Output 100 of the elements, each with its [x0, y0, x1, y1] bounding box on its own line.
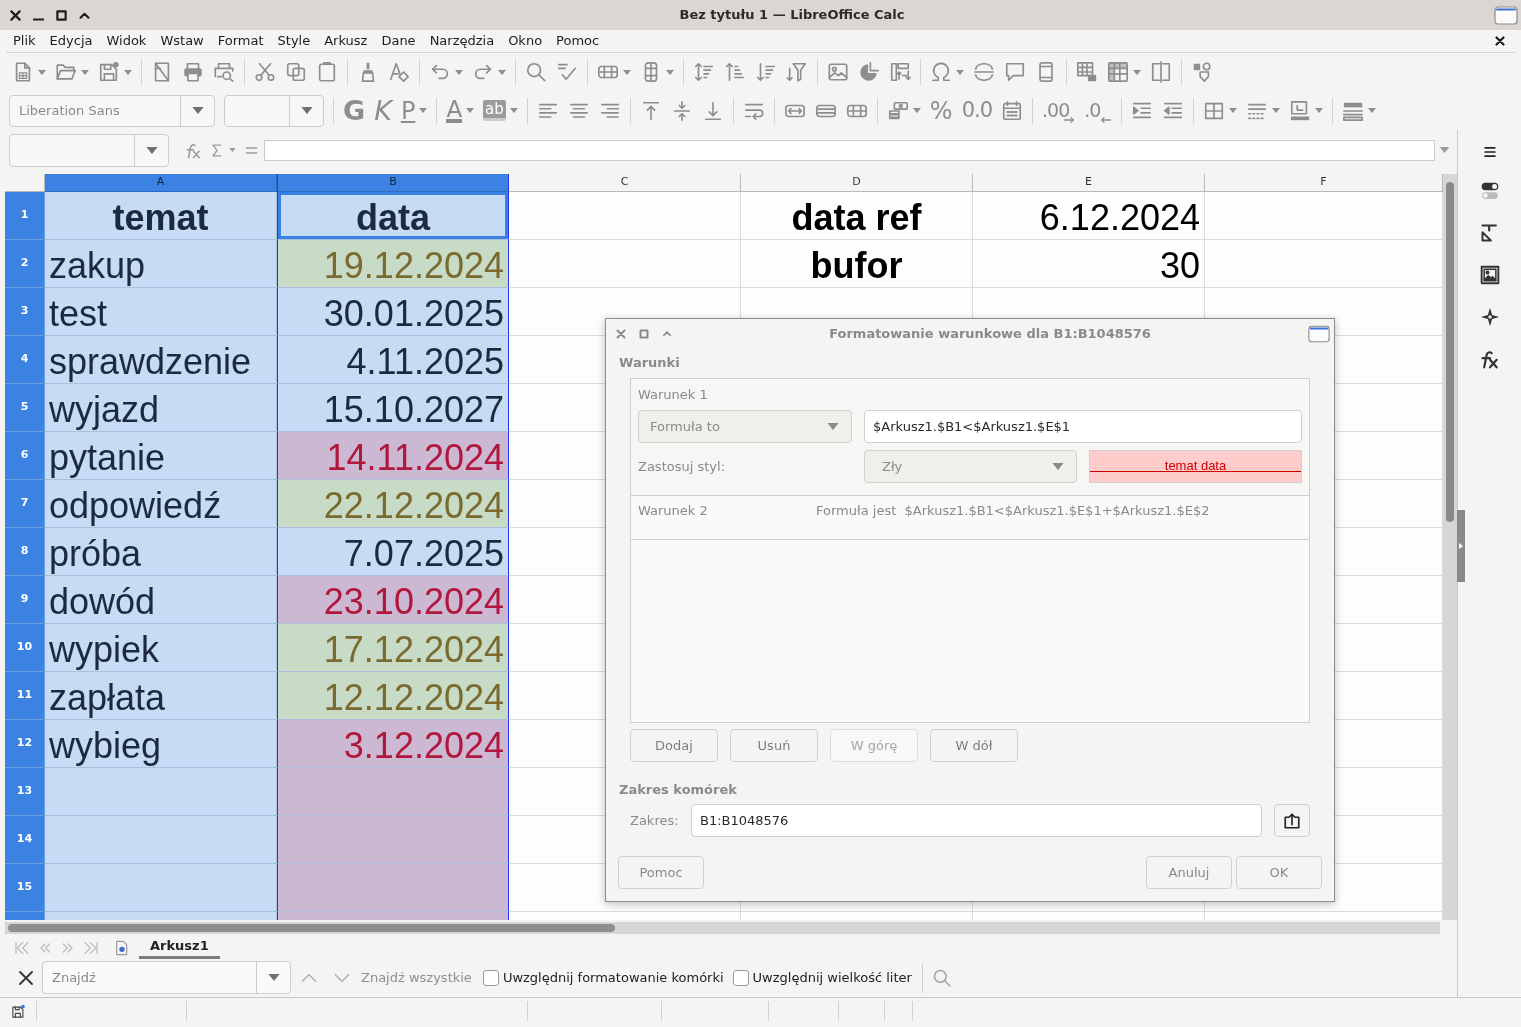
caret-icon[interactable] — [1439, 147, 1450, 153]
printer-icon[interactable] — [182, 61, 204, 83]
row-header[interactable]: 10 — [5, 624, 45, 672]
help-button[interactable]: Pomoc — [618, 856, 704, 889]
money-stack-icon[interactable] — [886, 99, 909, 122]
remove-button[interactable]: Usuń — [730, 729, 818, 762]
function-icon[interactable] — [1479, 349, 1500, 369]
caret-icon[interactable] — [466, 108, 475, 113]
column-header[interactable]: F — [1205, 174, 1443, 192]
sum-icon[interactable] — [210, 142, 223, 158]
row-header[interactable]: 6 — [5, 432, 45, 480]
caret-icon[interactable] — [509, 108, 518, 113]
grid-block-icon[interactable] — [1076, 61, 1098, 83]
delete-decimal-button[interactable]: .0 — [1084, 101, 1113, 120]
caret-icon[interactable] — [455, 69, 463, 75]
menu-item[interactable]: Arkusz — [317, 31, 375, 51]
row-header[interactable]: 7 — [5, 480, 45, 528]
column-header[interactable]: C — [509, 174, 741, 192]
row-header[interactable]: 12 — [5, 720, 45, 768]
circle-line-icon[interactable] — [973, 61, 995, 83]
text-triangle-icon[interactable] — [1479, 223, 1500, 243]
italic-button[interactable]: K — [374, 97, 392, 124]
sort-descending-icon[interactable] — [755, 61, 777, 83]
maximize-icon[interactable] — [56, 9, 67, 21]
table-arrows-icon[interactable] — [889, 61, 911, 83]
checkbox[interactable] — [732, 969, 749, 986]
percent-button[interactable]: % — [929, 98, 953, 123]
copy-icon[interactable] — [285, 61, 307, 83]
caret-icon[interactable] — [912, 108, 921, 113]
vertical-scrollbar[interactable] — [1443, 174, 1457, 920]
split-window-icon[interactable] — [1150, 61, 1172, 83]
row-header[interactable]: 13 — [5, 768, 45, 816]
menu-item[interactable]: Pomoc — [549, 31, 607, 51]
checkbox-label[interactable]: Uwzględnij formatowanie komórki — [502, 967, 724, 988]
toggle-switches-icon[interactable] — [1479, 181, 1500, 201]
underline-button[interactable]: P — [400, 98, 416, 123]
check-lines-icon[interactable] — [556, 61, 578, 83]
window-icon[interactable] — [1308, 324, 1330, 343]
caret-icon[interactable] — [124, 69, 132, 75]
speech-bubble-icon[interactable] — [1004, 61, 1026, 83]
row-header[interactable]: 9 — [5, 576, 45, 624]
row-header[interactable]: 1 — [5, 192, 45, 240]
checkbox[interactable] — [482, 969, 499, 986]
scissors-icon[interactable] — [254, 61, 276, 83]
column-header[interactable]: E — [973, 174, 1205, 192]
folder-icon[interactable] — [55, 61, 77, 83]
menu-item[interactable]: Wstaw — [153, 31, 211, 51]
skip-start-icon[interactable] — [14, 939, 30, 956]
sort-icon[interactable] — [693, 61, 715, 83]
caret-icon[interactable] — [1133, 69, 1141, 75]
row-header[interactable]: 14 — [5, 816, 45, 864]
add-button[interactable]: Dodaj — [630, 729, 718, 762]
close-icon[interactable] — [17, 968, 35, 987]
checkbox-label[interactable]: Uwzględnij wielkość liter — [752, 967, 912, 988]
menu-item[interactable]: Style — [270, 31, 318, 51]
font-name-input[interactable]: Liberation Sans — [10, 95, 180, 126]
find-combobox[interactable]: Znajdź — [42, 961, 291, 994]
shapes-icon[interactable] — [1191, 61, 1213, 83]
search-icon[interactable] — [931, 967, 952, 988]
menu-item[interactable]: Plik — [6, 31, 43, 51]
minimize-icon[interactable] — [33, 17, 44, 21]
close-icon[interactable] — [1495, 36, 1505, 46]
formula-field[interactable]: $Arkusz1.$B1<$Arkusz1.$E$1 — [864, 410, 1302, 443]
chevron-down-icon[interactable] — [333, 972, 351, 983]
horizontal-scrollbar[interactable] — [5, 922, 1440, 934]
row-header[interactable]: 15 — [5, 864, 45, 912]
menu-item[interactable]: Dane — [374, 31, 423, 51]
find-all-button[interactable]: Znajdź wszystkie — [361, 967, 472, 988]
menu-item[interactable]: Widok — [99, 31, 154, 51]
picture-frame-icon[interactable] — [1479, 265, 1500, 285]
caret-right-icon[interactable] — [1459, 543, 1463, 549]
caret-icon[interactable] — [1272, 108, 1281, 113]
caret-icon[interactable] — [300, 107, 313, 114]
menu-item[interactable]: Narzędzia — [422, 31, 502, 51]
range-field[interactable]: B1:B1048576 — [691, 804, 1262, 837]
row-header[interactable]: 3 — [5, 288, 45, 336]
condition-item[interactable]: Warunek 2 Formuła jest $Arkusz1.$B1<$Arkusz1.$E$1+$Arkusz1.$E$2 — [631, 496, 1309, 540]
image-icon[interactable] — [827, 61, 849, 83]
caret-icon[interactable] — [623, 69, 631, 75]
condition-type-dropdown[interactable]: Formuła to — [638, 410, 852, 443]
caret-icon[interactable] — [81, 69, 89, 75]
ok-button[interactable]: OK — [1236, 856, 1322, 889]
bold-button[interactable]: G — [343, 97, 366, 124]
menu-item[interactable]: Edycja — [42, 31, 100, 51]
caret-icon[interactable] — [145, 146, 158, 154]
caret-icon[interactable] — [419, 108, 428, 113]
table-grid-icon[interactable] — [1107, 61, 1129, 83]
style-dropdown[interactable]: Zły — [864, 450, 1077, 483]
search-icon[interactable] — [525, 61, 547, 83]
add-decimal-button[interactable]: .00 — [1042, 101, 1076, 120]
caret-icon[interactable] — [827, 423, 839, 430]
row-header[interactable]: 11 — [5, 672, 45, 720]
caret-icon[interactable] — [1229, 108, 1238, 113]
caret-icon[interactable] — [229, 148, 236, 152]
omega-icon[interactable] — [930, 61, 952, 83]
funnel-icon[interactable] — [786, 61, 808, 83]
equals-icon[interactable] — [245, 144, 258, 156]
highlight-button[interactable]: ab — [483, 100, 506, 121]
menu-item[interactable]: Format — [210, 31, 271, 51]
clipboard-icon[interactable] — [316, 61, 338, 83]
